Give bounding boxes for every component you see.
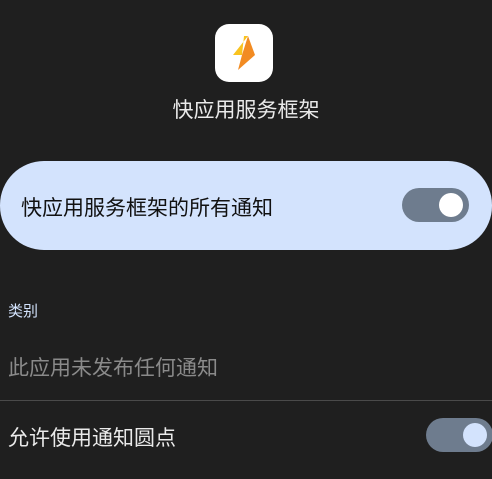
all-notifications-label: 快应用服务框架的所有通知	[21, 196, 273, 220]
all-notifications-toggle[interactable]	[402, 188, 469, 222]
toggle-thumb	[463, 423, 487, 447]
app-title: 快应用服务框架	[172, 98, 320, 122]
toggle-thumb	[439, 193, 463, 217]
notification-dot-toggle[interactable]	[426, 418, 492, 452]
lightning-bolt-icon	[233, 36, 255, 70]
app-icon	[215, 24, 273, 82]
divider	[0, 400, 492, 401]
no-notifications-text: 此应用未发布任何通知	[8, 356, 218, 380]
notification-dot-label: 允许使用通知圆点	[8, 426, 176, 450]
category-header: 类别	[8, 302, 39, 320]
